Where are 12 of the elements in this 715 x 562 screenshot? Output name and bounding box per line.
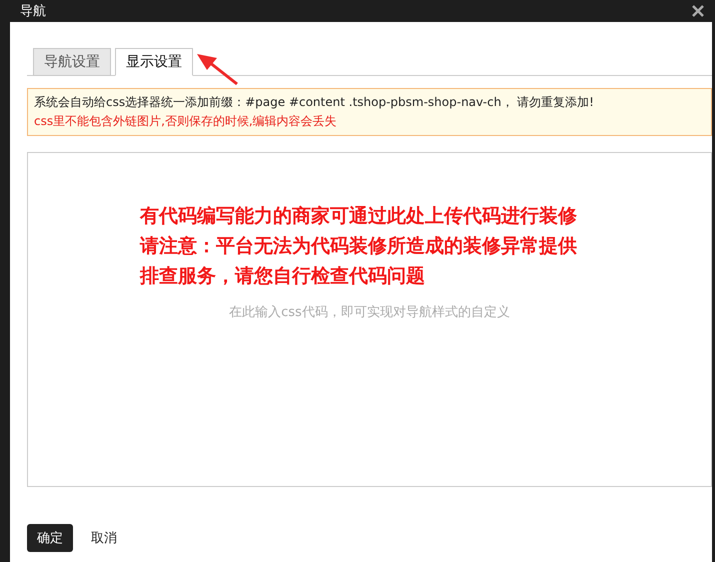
annotation-arrow (197, 54, 238, 86)
cancel-button[interactable]: 取消 (81, 524, 127, 552)
close-icon[interactable] (691, 4, 705, 18)
window-title: 导航 (20, 3, 46, 20)
tab[interactable]: 显示设置 (115, 48, 193, 76)
annotation-text: 请注意：平台无法为代码装修所造成的装修异常提供 (140, 234, 577, 259)
annotation-text: 排查服务，请您自行检查代码问题 (140, 264, 426, 289)
info-text: 系统会自动给css选择器统一添加前缀：#page #content .tshop-pbsm-shop-nav-ch， 请勿重复添加! (34, 94, 595, 111)
tab[interactable]: 导航设置 (33, 48, 111, 76)
annotation-text: 有代码编写能力的商家可通过此处上传代码进行装修 (140, 204, 577, 229)
confirm-button[interactable]: 确定 (27, 524, 73, 552)
warning-text: css里不能包含外链图片,否则保存的时候,编辑内容会丢失 (34, 113, 338, 130)
